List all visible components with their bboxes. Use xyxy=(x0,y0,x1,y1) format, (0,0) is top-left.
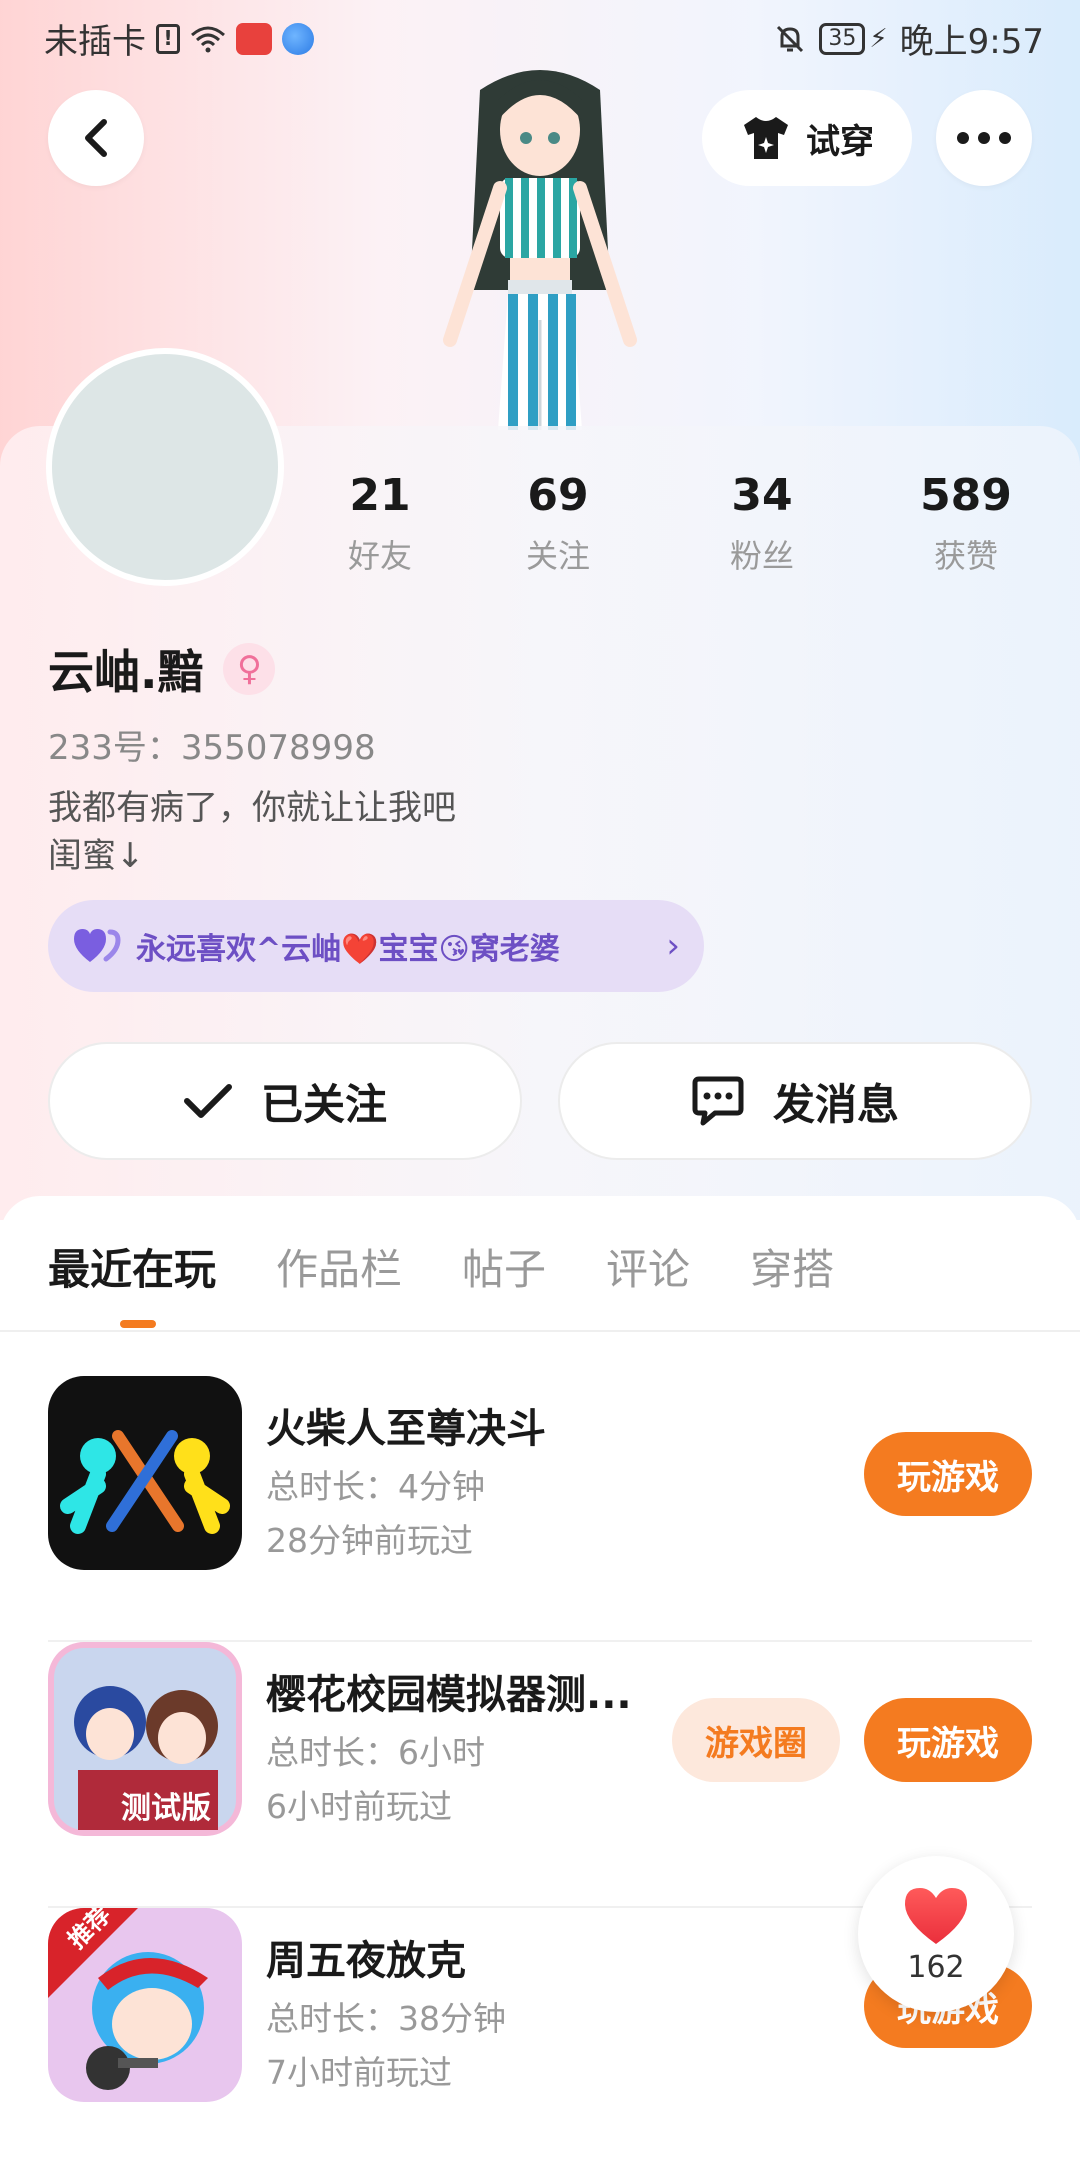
game-last-played: 7小时前玩过 xyxy=(266,2053,452,2092)
stat-following[interactable]: 69 关注 xyxy=(478,470,638,577)
stat-label: 粉丝 xyxy=(729,537,794,575)
stat-label: 关注 xyxy=(525,537,590,575)
chevron-right-icon: › xyxy=(666,926,680,966)
game-circle-button[interactable]: 游戏圈 xyxy=(672,1698,840,1782)
game-duration: 总时长：4分钟 xyxy=(266,1467,485,1506)
stat-label: 获赞 xyxy=(933,537,998,575)
relationship-banner[interactable]: 永远喜欢^云岫❤️宝宝😘窝老婆 › xyxy=(48,900,704,992)
like-floating-button[interactable]: 162 xyxy=(858,1856,1014,2012)
bio-line: 闺蜜↓ xyxy=(48,836,145,876)
character-avatar-illustration[interactable] xyxy=(410,60,670,430)
stat-value: 589 xyxy=(920,470,1012,521)
bell-off-icon xyxy=(777,25,804,52)
avatar[interactable] xyxy=(46,348,284,586)
play-game-button[interactable]: 玩游戏 xyxy=(864,1432,1032,1516)
game-duration: 总时长：6小时 xyxy=(266,1733,485,1772)
stickman-duel-game-icon xyxy=(48,1376,242,1570)
active-tab-indicator xyxy=(120,1320,156,1328)
app-store-icon xyxy=(236,22,272,55)
followed-button[interactable]: 已关注 xyxy=(48,1042,522,1160)
wifi-icon xyxy=(191,26,225,52)
tab-bar: 最近在玩 作品栏 帖子 评论 穿搭 xyxy=(48,1236,834,1297)
game-list: 火柴人至尊决斗 总时长：4分钟 28分钟前玩过 玩游戏 测试版 樱花校园模拟器测… xyxy=(48,1376,1032,2160)
relationship-text: 永远喜欢^云岫❤️宝宝😘窝老婆 xyxy=(136,932,560,967)
bio-line: 我都有病了，你就让让我吧 xyxy=(48,788,456,828)
chevron-left-icon xyxy=(85,119,107,157)
stats-row: 21 好友 69 关注 34 粉丝 589 获赞 xyxy=(300,470,1060,590)
followed-label: 已关注 xyxy=(260,1079,387,1129)
carrier-text: 未插卡 xyxy=(44,22,146,62)
friday-night-funkin-game-icon: 推荐 xyxy=(48,1908,242,2102)
username: 云岫.黯 xyxy=(48,645,204,699)
send-message-button[interactable]: 发消息 xyxy=(558,1042,1032,1160)
tab-works[interactable]: 作品栏 xyxy=(276,1236,402,1297)
game-last-played: 28分钟前玩过 xyxy=(266,1521,473,1560)
stat-label: 好友 xyxy=(347,537,412,575)
tab-recently-played[interactable]: 最近在玩 xyxy=(48,1236,216,1297)
sakura-school-game-icon: 测试版 xyxy=(48,1642,242,1836)
browser-icon xyxy=(282,22,314,55)
status-right: 35 ⚡ 晚上9:57 xyxy=(773,14,1044,63)
tab-posts[interactable]: 帖子 xyxy=(462,1236,546,1297)
charging-icon: ⚡ xyxy=(869,23,888,54)
stat-friends[interactable]: 21 好友 xyxy=(300,470,460,577)
game-last-played: 6小时前玩过 xyxy=(266,1787,452,1826)
tab-outfits[interactable]: 穿搭 xyxy=(750,1236,834,1297)
stat-value: 34 xyxy=(731,470,793,521)
game-title: 樱花校园模拟器测... xyxy=(266,1672,632,1718)
like-count: 162 xyxy=(907,1949,965,1985)
try-on-button[interactable]: 试穿 xyxy=(702,90,912,186)
content-panel: 最近在玩 作品栏 帖子 评论 穿搭 火柴人至尊决斗 总时长：4分钟 28分钟前玩… xyxy=(0,1196,1080,2160)
list-item[interactable]: 测试版 樱花校园模拟器测... 总时长：6小时 6小时前玩过 游戏圈 玩游戏 xyxy=(48,1642,1032,1908)
icon-badge-text: 测试版 xyxy=(121,1791,211,1826)
stat-value: 69 xyxy=(527,470,589,521)
sim-alert-icon: ! xyxy=(156,23,180,54)
back-button[interactable] xyxy=(48,90,144,186)
game-duration: 总时长：38分钟 xyxy=(266,1999,506,2038)
tabs-divider xyxy=(0,1330,1080,1332)
stat-value: 21 xyxy=(349,470,411,521)
female-gender-icon: ♀ xyxy=(223,643,276,695)
shirt-sparkle-icon xyxy=(744,117,788,159)
chat-bubble-icon xyxy=(692,1076,744,1126)
status-left: 未插卡 ! xyxy=(44,14,314,63)
list-item[interactable]: 火柴人至尊决斗 总时长：4分钟 28分钟前玩过 玩游戏 xyxy=(48,1376,1032,1642)
stat-likes[interactable]: 589 获赞 xyxy=(886,470,1046,577)
play-game-button[interactable]: 玩游戏 xyxy=(864,1698,1032,1782)
bio: 我都有病了，你就让让我吧 闺蜜↓ xyxy=(48,784,456,880)
stat-fans[interactable]: 34 粉丝 xyxy=(682,470,842,577)
try-on-label: 试穿 xyxy=(806,121,874,162)
profile-page: 未插卡 ! 35 ⚡ 晚上9:57 试穿 21 好友 69 关注 34 粉丝 5… xyxy=(0,0,1080,2160)
send-message-label: 发消息 xyxy=(772,1079,899,1129)
username-row: 云岫.黯 ♀ xyxy=(48,636,276,702)
more-dots-icon xyxy=(957,132,1011,144)
battery-level: 35 xyxy=(819,22,866,55)
battery-indicator: 35 ⚡ xyxy=(819,22,888,55)
clock: 晚上9:57 xyxy=(899,22,1044,62)
more-button[interactable] xyxy=(936,90,1032,186)
checkmark-icon xyxy=(183,1084,232,1118)
user-id: 233号：355078998 xyxy=(48,728,376,768)
game-title: 周五夜放克 xyxy=(266,1938,466,1984)
game-title: 火柴人至尊决斗 xyxy=(266,1406,546,1452)
heart-icon xyxy=(905,1887,967,1944)
tab-comments[interactable]: 评论 xyxy=(606,1236,690,1297)
purple-heart-icon xyxy=(74,929,121,962)
